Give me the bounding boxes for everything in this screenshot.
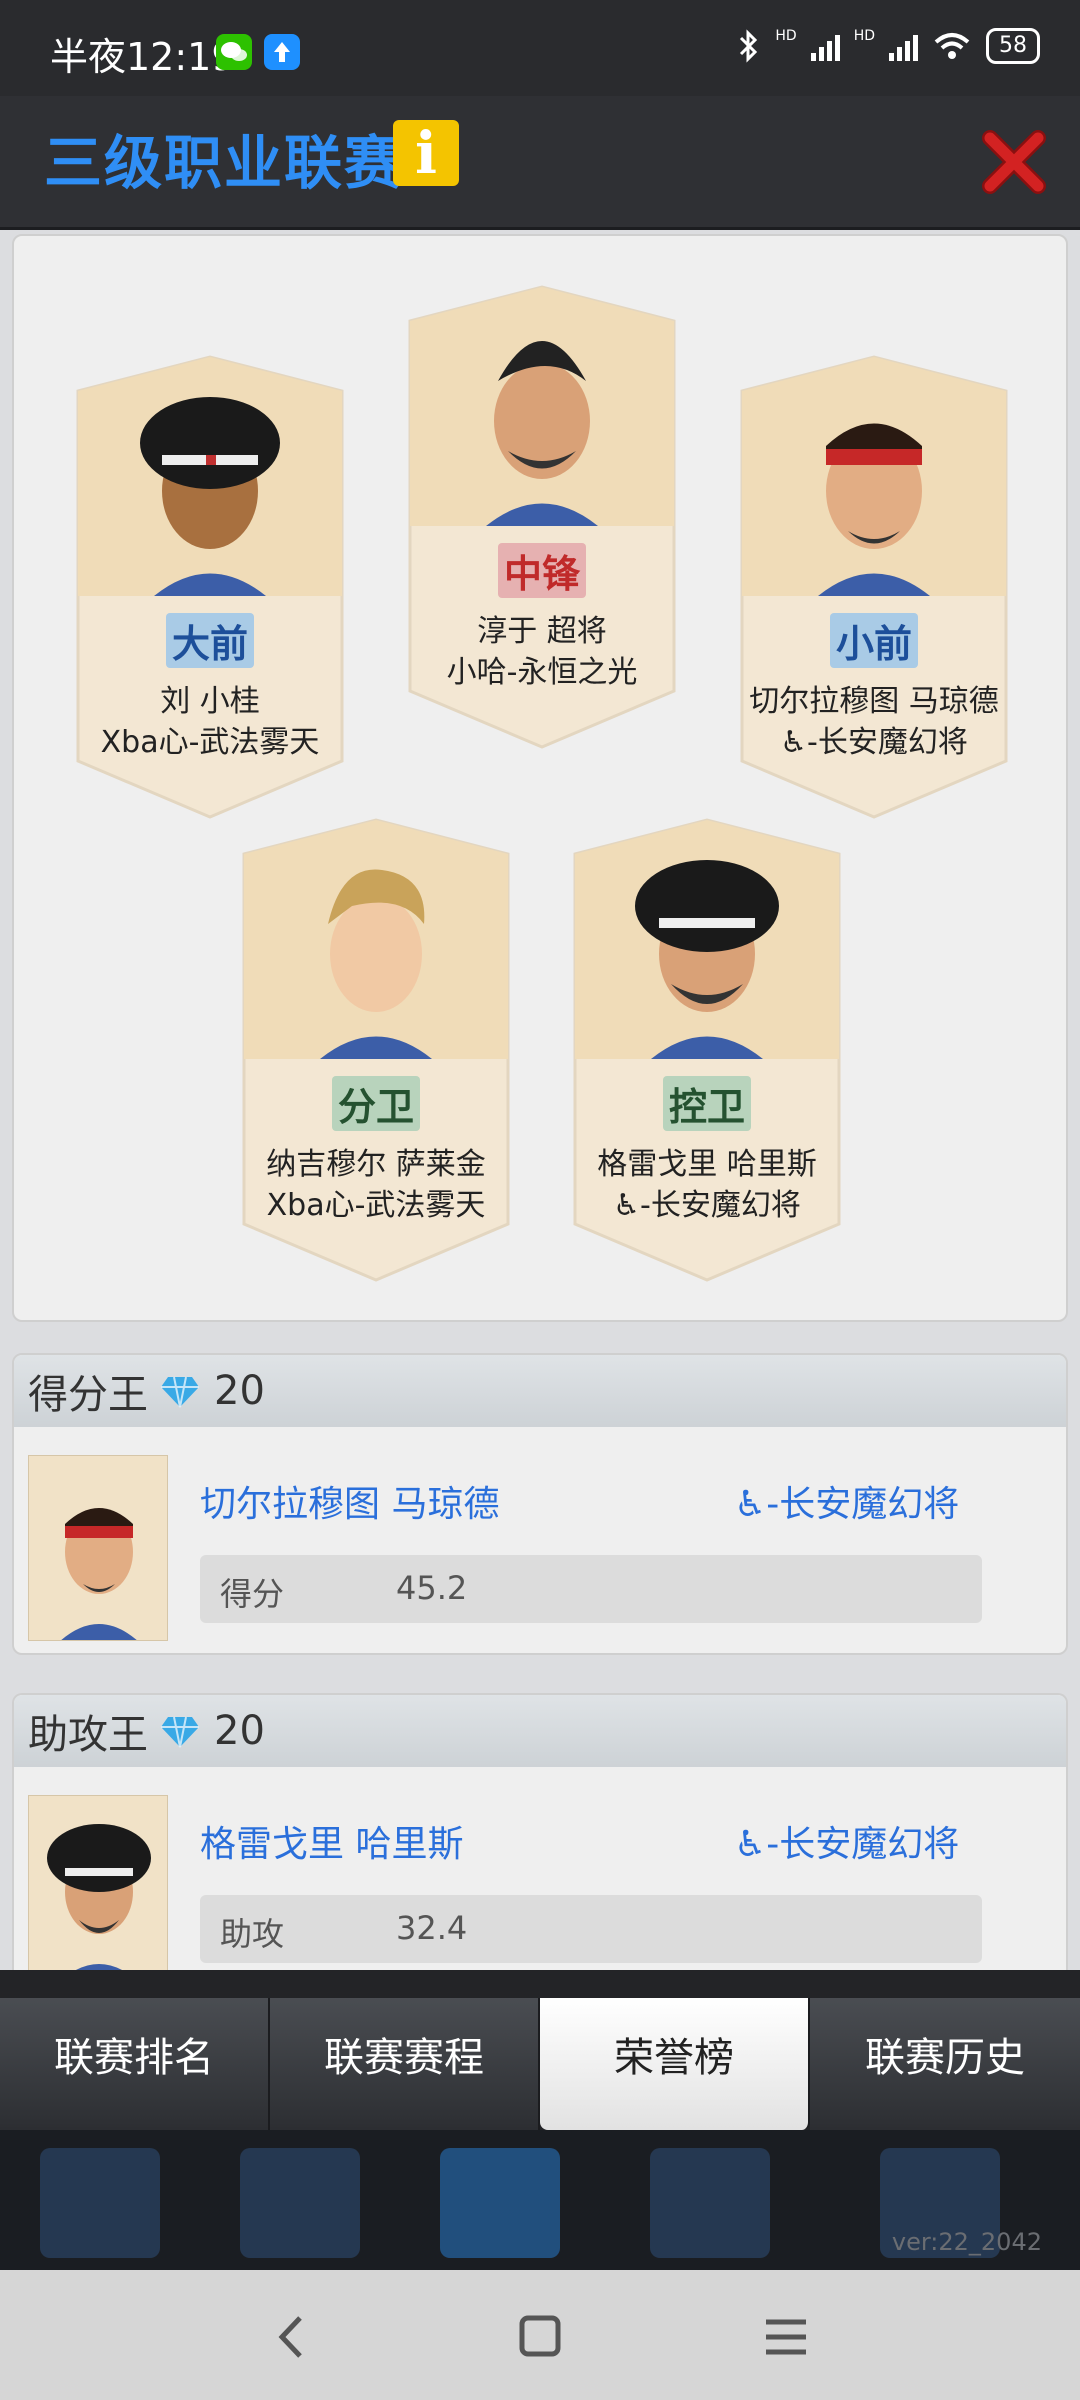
status-time: 半夜12:19: [50, 35, 236, 79]
player-name: 纳吉穆尔 萨莱金: [266, 1147, 486, 1182]
blurred-menu-icon: [240, 2148, 360, 2258]
team-name: 小哈-永恒之光: [446, 655, 638, 690]
signal-icon: [810, 31, 840, 61]
team-name[interactable]: ♿-长安魔幻将: [730, 717, 1018, 761]
diamond-icon: [161, 1716, 199, 1748]
page-header: 三级职业联赛 i: [0, 96, 1080, 230]
tab-league-ranking[interactable]: 联赛排名: [0, 1998, 270, 2130]
award-title: 助攻王: [28, 1712, 148, 1758]
hd-label: HD: [775, 28, 797, 44]
award-team-name[interactable]: ♿-长安魔幻将: [734, 1815, 959, 1867]
team-name[interactable]: ♿-长安魔幻将: [563, 1180, 851, 1224]
award-scoring-leader: 得分王 20 切尔拉穆图 马琼德 ♿-长安魔幻将 得分 45.2: [12, 1353, 1068, 1655]
team-name: Xba心-武法雾天: [100, 725, 320, 760]
position-label: 大前: [165, 613, 254, 668]
wechat-icon: [216, 34, 252, 70]
lineup-card[interactable]: 分卫 纳吉穆尔 萨莱金 Xba心-武法雾天: [232, 814, 520, 1284]
position-label: 中锋: [497, 543, 586, 598]
bluetooth-icon: [740, 29, 758, 63]
status-bar: 半夜12:19 HD HD 58: [0, 0, 1080, 96]
award-player-name[interactable]: 切尔拉穆图 马琼德: [200, 1475, 499, 1527]
tab-league-schedule[interactable]: 联赛赛程: [270, 1998, 540, 2130]
tab-league-history[interactable]: 联赛历史: [810, 1998, 1080, 2130]
back-icon[interactable]: [262, 2310, 322, 2364]
blurred-menu-icon: [40, 2148, 160, 2258]
stat-label: 助攻: [220, 1915, 285, 1953]
game-bottom-bar: ver:22_2042: [0, 2130, 1080, 2270]
info-button[interactable]: i: [393, 120, 459, 186]
award-reward: 20: [214, 1368, 265, 1414]
player-name: 刘 小桂: [160, 684, 260, 719]
award-title: 得分王: [28, 1372, 148, 1418]
blurred-menu-icon: [440, 2148, 560, 2258]
home-icon[interactable]: [510, 2310, 570, 2364]
position-label: 分卫: [331, 1076, 420, 1131]
stat-label: 得分: [220, 1575, 285, 1613]
page-title: 三级职业联赛: [44, 129, 405, 197]
lineup-card[interactable]: 中锋 淳于 超将 小哈-永恒之光: [398, 281, 686, 751]
award-stat: 助攻 32.4: [200, 1895, 982, 1963]
award-player-name[interactable]: 格雷戈里 哈里斯: [200, 1815, 463, 1867]
blurred-menu-icon: [650, 2148, 770, 2258]
close-icon: [982, 130, 1046, 194]
menu-icon[interactable]: [756, 2310, 816, 2364]
player-avatar[interactable]: [28, 1795, 168, 1970]
system-nav-bar: [0, 2270, 1080, 2400]
signal-icon-2: [889, 31, 918, 61]
league-tabs: 联赛排名 联赛赛程 荣誉榜 联赛历史: [0, 1998, 1080, 2130]
lineup-card[interactable]: 控卫 格雷戈里 哈里斯 ♿-长安魔幻将: [563, 814, 851, 1284]
award-assists-leader: 助攻王 20 格雷戈里 哈里斯 ♿-长安魔幻将 助攻 32.4: [12, 1693, 1068, 1970]
stat-value: 32.4: [396, 1909, 468, 1947]
award-reward: 20: [214, 1708, 265, 1754]
position-label: 控卫: [662, 1076, 751, 1131]
best-lineup: 大前 刘 小桂 Xba心-武法雾天 中锋 淳于 超将 小哈-永恒之光 小前 切尔…: [12, 234, 1068, 1322]
lineup-card[interactable]: 大前 刘 小桂 Xba心-武法雾天: [66, 351, 354, 821]
player-name[interactable]: 切尔拉穆图 马琼德: [730, 676, 1018, 720]
diamond-icon: [161, 1376, 199, 1408]
version-label: ver:22_2042: [891, 2228, 1042, 2256]
battery-indicator: 58: [986, 28, 1040, 64]
lineup-card[interactable]: 小前 切尔拉穆图 马琼德 ♿-长安魔幻将: [730, 351, 1018, 821]
close-button[interactable]: [978, 126, 1050, 198]
player-avatar[interactable]: [28, 1455, 168, 1641]
position-label: 小前: [829, 613, 918, 668]
wifi-icon: [934, 33, 970, 59]
stat-value: 45.2: [396, 1569, 468, 1607]
player-name[interactable]: 格雷戈里 哈里斯: [563, 1139, 851, 1183]
upload-notification-icon: [264, 34, 300, 70]
hd-label-2: HD: [853, 28, 875, 44]
player-name: 淳于 超将: [477, 614, 607, 649]
honor-board-panel: 大前 刘 小桂 Xba心-武法雾天 中锋 淳于 超将 小哈-永恒之光 小前 切尔…: [0, 230, 1080, 1970]
award-team-name[interactable]: ♿-长安魔幻将: [734, 1475, 959, 1527]
team-name: Xba心-武法雾天: [266, 1188, 486, 1223]
tab-honor-board[interactable]: 荣誉榜: [540, 1998, 810, 2130]
award-stat: 得分 45.2: [200, 1555, 982, 1623]
